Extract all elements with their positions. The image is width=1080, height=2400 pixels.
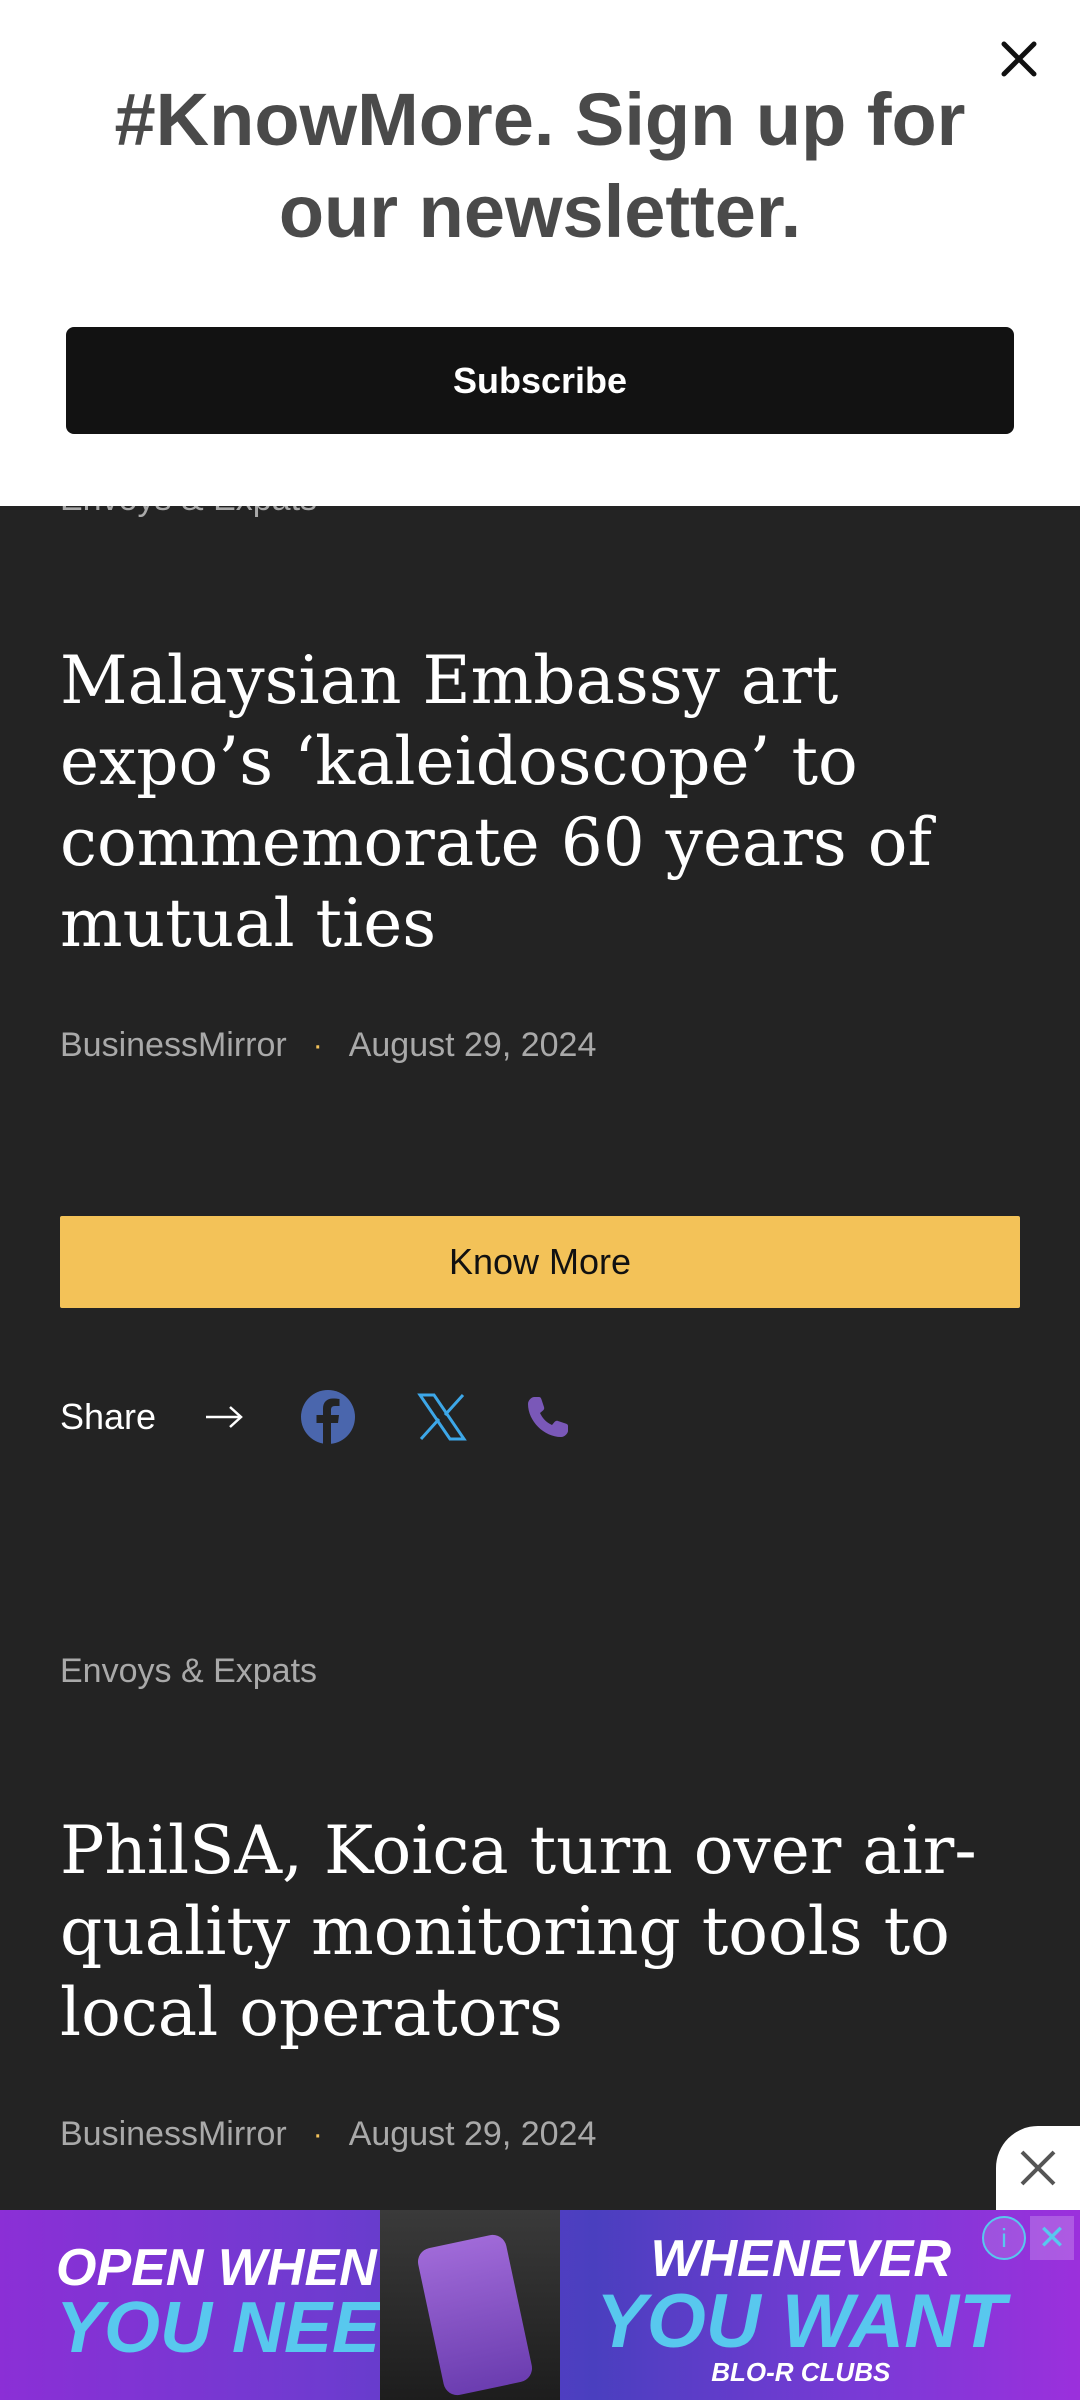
arrow-right-icon xyxy=(206,1406,243,1428)
article-category[interactable]: Envoys & Expats xyxy=(60,1652,317,1691)
ad-headline-4: YOU WANT xyxy=(596,2279,1006,2364)
article-date: August 29, 2024 xyxy=(348,1026,597,1064)
ad-choices-close-icon[interactable]: ✕ xyxy=(1030,2216,1074,2260)
ad-close-button[interactable] xyxy=(996,2126,1080,2210)
close-icon xyxy=(1020,2150,1056,2186)
share-label: Share xyxy=(60,1396,157,1437)
x-twitter-icon[interactable] xyxy=(414,1389,470,1445)
meta-separator: · xyxy=(312,2117,323,2151)
article-source: BusinessMirror xyxy=(60,2115,287,2153)
newsletter-modal: #KnowMore. Sign up for our newsletter. S… xyxy=(0,0,1080,506)
phone-icon[interactable] xyxy=(520,1389,576,1445)
ad-banner[interactable]: OPEN WHEN YOU NEED US WHENEVER YOU WANT … xyxy=(0,2210,1080,2400)
ad-right-text: WHENEVER YOU WANT BLO-R CLUBS xyxy=(596,2232,1006,2386)
meta-separator: · xyxy=(312,1028,323,1062)
newsletter-title: #KnowMore. Sign up for our newsletter. xyxy=(114,78,966,253)
subscribe-button[interactable]: Subscribe xyxy=(66,327,1014,434)
ad-info-icon[interactable]: i xyxy=(982,2216,1026,2260)
facebook-icon[interactable] xyxy=(300,1389,356,1445)
ad-headline-3: WHENEVER xyxy=(650,2230,952,2288)
share-row: Share xyxy=(60,1382,576,1452)
article-date: August 29, 2024 xyxy=(348,2115,597,2153)
article-meta: BusinessMirror · August 29, 2024 xyxy=(60,1026,596,1065)
know-more-button[interactable]: Know More xyxy=(60,1216,1020,1308)
article-meta: BusinessMirror · August 29, 2024 xyxy=(60,2115,596,2154)
article-headline[interactable]: Malaysian Embassy art expo’s ‘kaleidosco… xyxy=(60,640,1020,964)
article-headline[interactable]: PhilSA, Koica turn over air-quality moni… xyxy=(60,1810,1020,2053)
article-source: BusinessMirror xyxy=(60,1026,287,1064)
